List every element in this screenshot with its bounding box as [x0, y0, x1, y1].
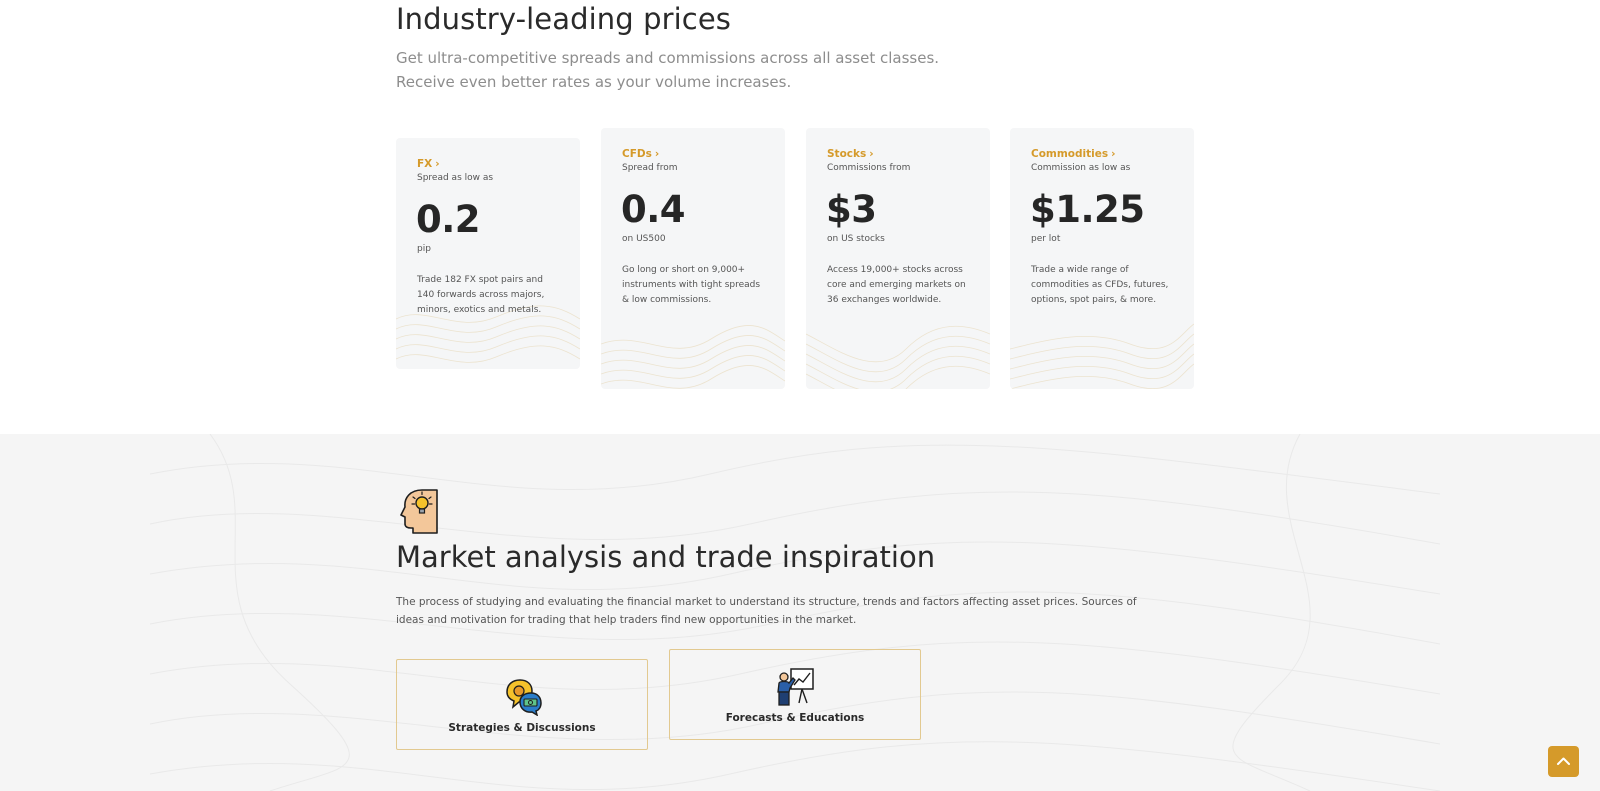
analysis-title-part1: Market: [396, 540, 505, 574]
card-description: Trade 182 FX spot pairs and 140 forwards…: [417, 275, 545, 315]
card-label: Spread as low as: [417, 173, 494, 183]
card-value: $1.25: [1030, 188, 1145, 231]
presentation-chart-icon: [777, 668, 814, 706]
price-card-commodities[interactable]: Commodities › Commission as low as $1.25 …: [1010, 128, 1194, 389]
chevron-right-icon: ›: [1111, 148, 1116, 160]
strategies-discussions-button[interactable]: Strategies & Discussions: [396, 659, 648, 750]
chat-bubbles-icon: [506, 679, 542, 716]
card-unit: per lot: [1031, 234, 1061, 244]
price-card-fx[interactable]: FX › Spread as low as 0.2 pip Trade 182 F…: [396, 138, 580, 369]
chevron-right-icon: ›: [654, 148, 660, 160]
pricing-title-highlight: leading: [526, 2, 634, 36]
card-category-label: Stocks: [827, 148, 867, 160]
card-category-link[interactable]: Stocks ›: [827, 148, 874, 160]
chevron-right-icon: ›: [435, 158, 440, 170]
card-category-label: Commodities: [1031, 148, 1109, 160]
card-category-label: CFDs: [622, 148, 652, 160]
analysis-title-highlight: analysis: [504, 540, 623, 574]
pricing-title-part1: Industry-: [396, 2, 527, 36]
pricing-subtitle-line2: Receive even better rates as your volume…: [396, 73, 792, 91]
wave-pattern: [806, 325, 990, 389]
card-category-label: FX: [417, 158, 433, 170]
price-card-stocks[interactable]: Stocks › Commissions from $3 on US stocks…: [806, 128, 990, 389]
strategies-discussions-label: Strategies & Discussions: [448, 722, 596, 734]
card-value: 0.4: [621, 188, 686, 231]
card-unit: pip: [417, 244, 431, 254]
wave-pattern: [601, 325, 785, 389]
card-unit: on US500: [622, 234, 666, 244]
card-value: 0.2: [416, 198, 481, 241]
price-card-cfds[interactable]: CFDs › Spread from 0.4 on US500 Go long o…: [601, 128, 785, 389]
forecasts-educations-label: Forecasts & Educations: [725, 712, 865, 724]
card-value: $3: [826, 188, 877, 231]
forecasts-educations-button[interactable]: Forecasts & Educations: [669, 649, 921, 740]
scroll-to-top-button[interactable]: [1548, 746, 1579, 777]
pricing-title: Industry-leading prices: [396, 2, 731, 36]
analysis-title-part2: and trade inspiration: [622, 540, 936, 574]
wave-pattern: [1010, 323, 1194, 389]
card-unit: on US stocks: [827, 234, 885, 244]
pricing-subtitle: Get ultra-competitive spreads and commis…: [396, 46, 939, 94]
card-category-link[interactable]: Commodities ›: [1031, 148, 1115, 160]
card-label: Commissions from: [827, 163, 911, 173]
card-label: Commission as low as: [1031, 163, 1131, 173]
head-lightbulb-icon: [400, 489, 438, 534]
analysis-description: The process of studying and evaluating t…: [396, 596, 1137, 626]
chevron-right-icon: ›: [869, 148, 874, 160]
analysis-section: Market analysis and trade inspiration Th…: [0, 434, 1600, 791]
pricing-section: Industry-leading prices Get ultra-compet…: [0, 0, 1600, 434]
card-category-link[interactable]: CFDs ›: [622, 148, 659, 160]
analysis-title: Market analysis and trade inspiration: [396, 540, 935, 574]
card-description: Go long or short on 9,000+ instruments w…: [622, 265, 761, 305]
pricing-title-part2: prices: [633, 2, 731, 36]
card-category-link[interactable]: FX ›: [417, 158, 440, 170]
chevron-up-icon: [1557, 757, 1570, 765]
card-description: Trade a wide range of commodities as CFD…: [1031, 265, 1169, 305]
card-description: Access 19,000+ stocks across core and em…: [827, 265, 966, 305]
card-label: Spread from: [622, 163, 678, 173]
pricing-subtitle-line1: Get ultra-competitive spreads and commis…: [396, 49, 940, 67]
